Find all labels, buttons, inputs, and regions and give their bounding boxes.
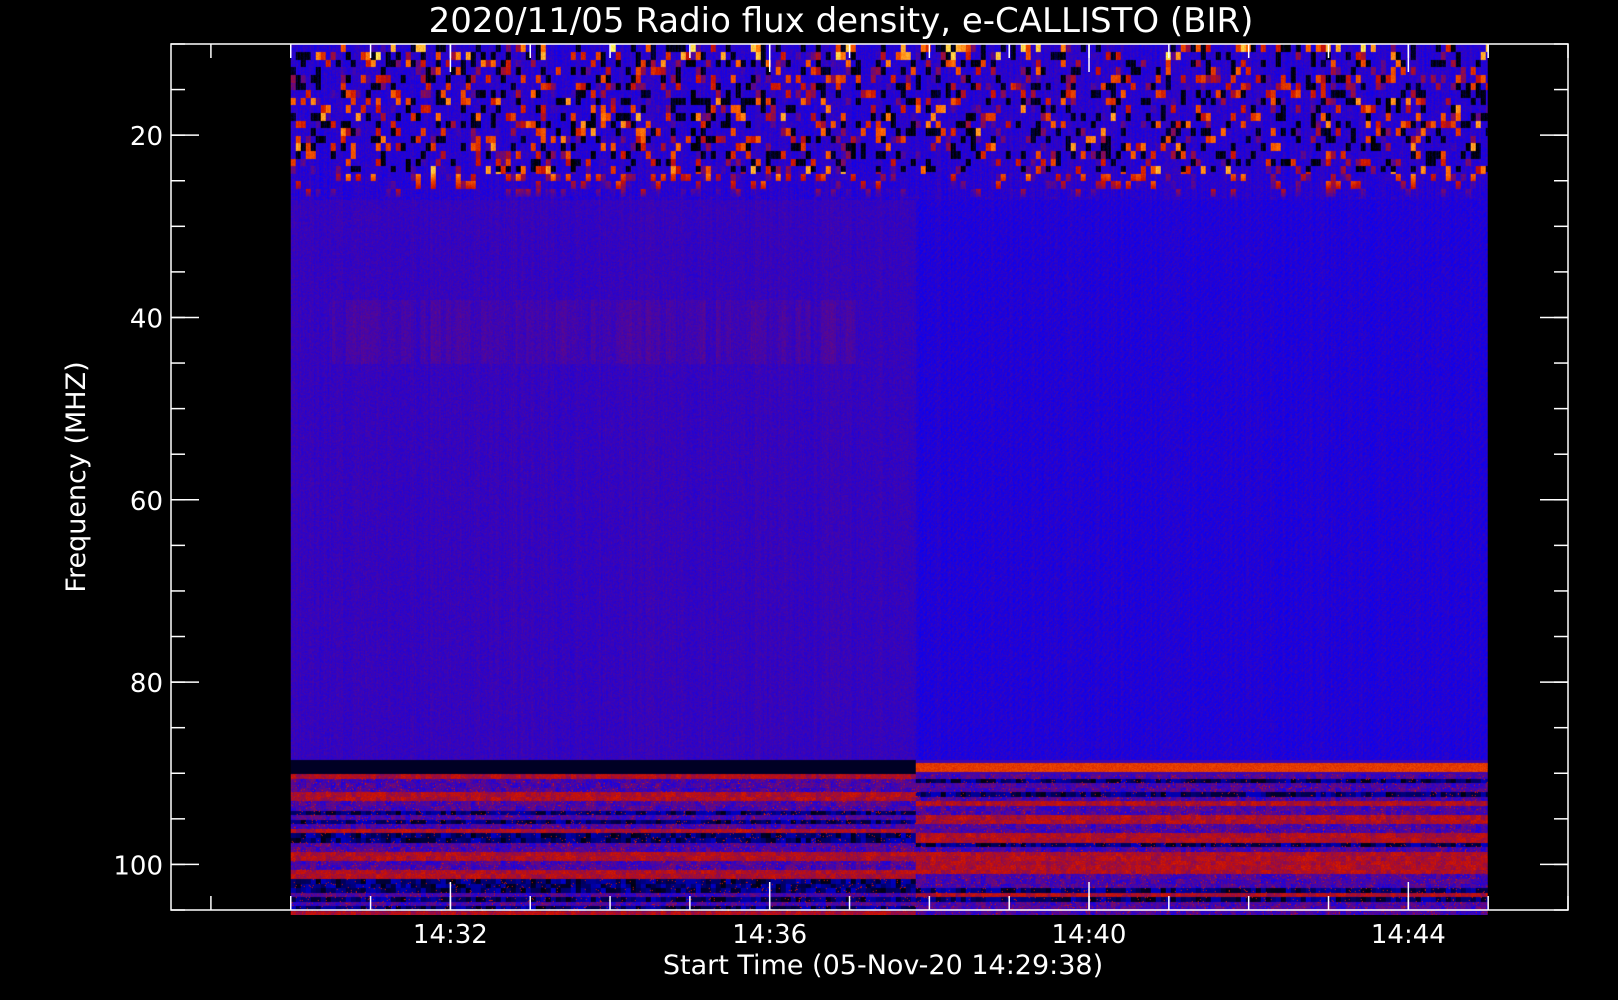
- heatmap-image: [290, 44, 1488, 915]
- y-tick-label: 20: [130, 122, 163, 152]
- spectrogram-chart: 2020/11/05 Radio flux density, e-CALLIST…: [0, 0, 1618, 1000]
- y-tick-label: 80: [130, 669, 163, 699]
- y-tick-label: 40: [130, 304, 163, 334]
- x-tick-label: 14:44: [1371, 920, 1446, 950]
- y-axis-label: Frequency (MHZ): [61, 361, 92, 592]
- x-tick-label: 14:36: [732, 920, 807, 950]
- x-tick-label: 14:40: [1052, 920, 1127, 950]
- y-tick-label: 100: [113, 851, 163, 881]
- spectrogram-image: [290, 44, 1488, 915]
- x-axis-label: Start Time (05-Nov-20 14:29:38): [663, 950, 1103, 981]
- x-tick-label: 14:32: [413, 920, 488, 950]
- y-tick-label: 60: [130, 487, 163, 517]
- chart-title: 2020/11/05 Radio flux density, e-CALLIST…: [429, 1, 1254, 41]
